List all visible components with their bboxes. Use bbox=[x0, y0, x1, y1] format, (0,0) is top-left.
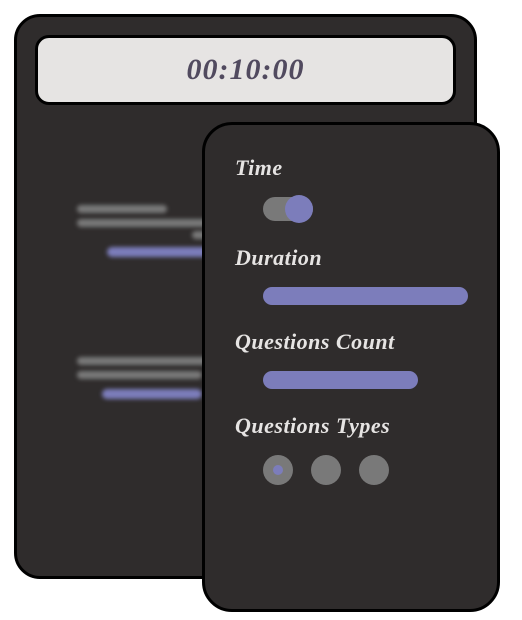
duration-label: Duration bbox=[235, 245, 467, 271]
type-options-row bbox=[263, 455, 467, 485]
time-setting-group: Time bbox=[235, 155, 467, 221]
blur-line bbox=[77, 205, 167, 213]
blur-line bbox=[77, 357, 217, 365]
blur-accent-line bbox=[102, 389, 202, 399]
quiz-settings-panel: Time Duration Questions Count Questions … bbox=[202, 122, 500, 612]
questions-types-setting-group: Questions Types bbox=[235, 413, 467, 485]
questions-count-slider[interactable] bbox=[263, 371, 418, 389]
timer-bar: 00:10:00 bbox=[35, 35, 456, 105]
duration-setting-group: Duration bbox=[235, 245, 467, 305]
blur-line bbox=[77, 371, 202, 379]
type-option-3[interactable] bbox=[359, 455, 389, 485]
questions-types-label: Questions Types bbox=[235, 413, 467, 439]
toggle-thumb bbox=[285, 195, 313, 223]
timer-display: 00:10:00 bbox=[187, 53, 305, 87]
type-option-1[interactable] bbox=[263, 455, 293, 485]
duration-slider[interactable] bbox=[263, 287, 468, 305]
time-toggle[interactable] bbox=[263, 197, 313, 221]
questions-count-label: Questions Count bbox=[235, 329, 467, 355]
type-option-2[interactable] bbox=[311, 455, 341, 485]
time-label: Time bbox=[235, 155, 467, 181]
questions-count-setting-group: Questions Count bbox=[235, 329, 467, 389]
